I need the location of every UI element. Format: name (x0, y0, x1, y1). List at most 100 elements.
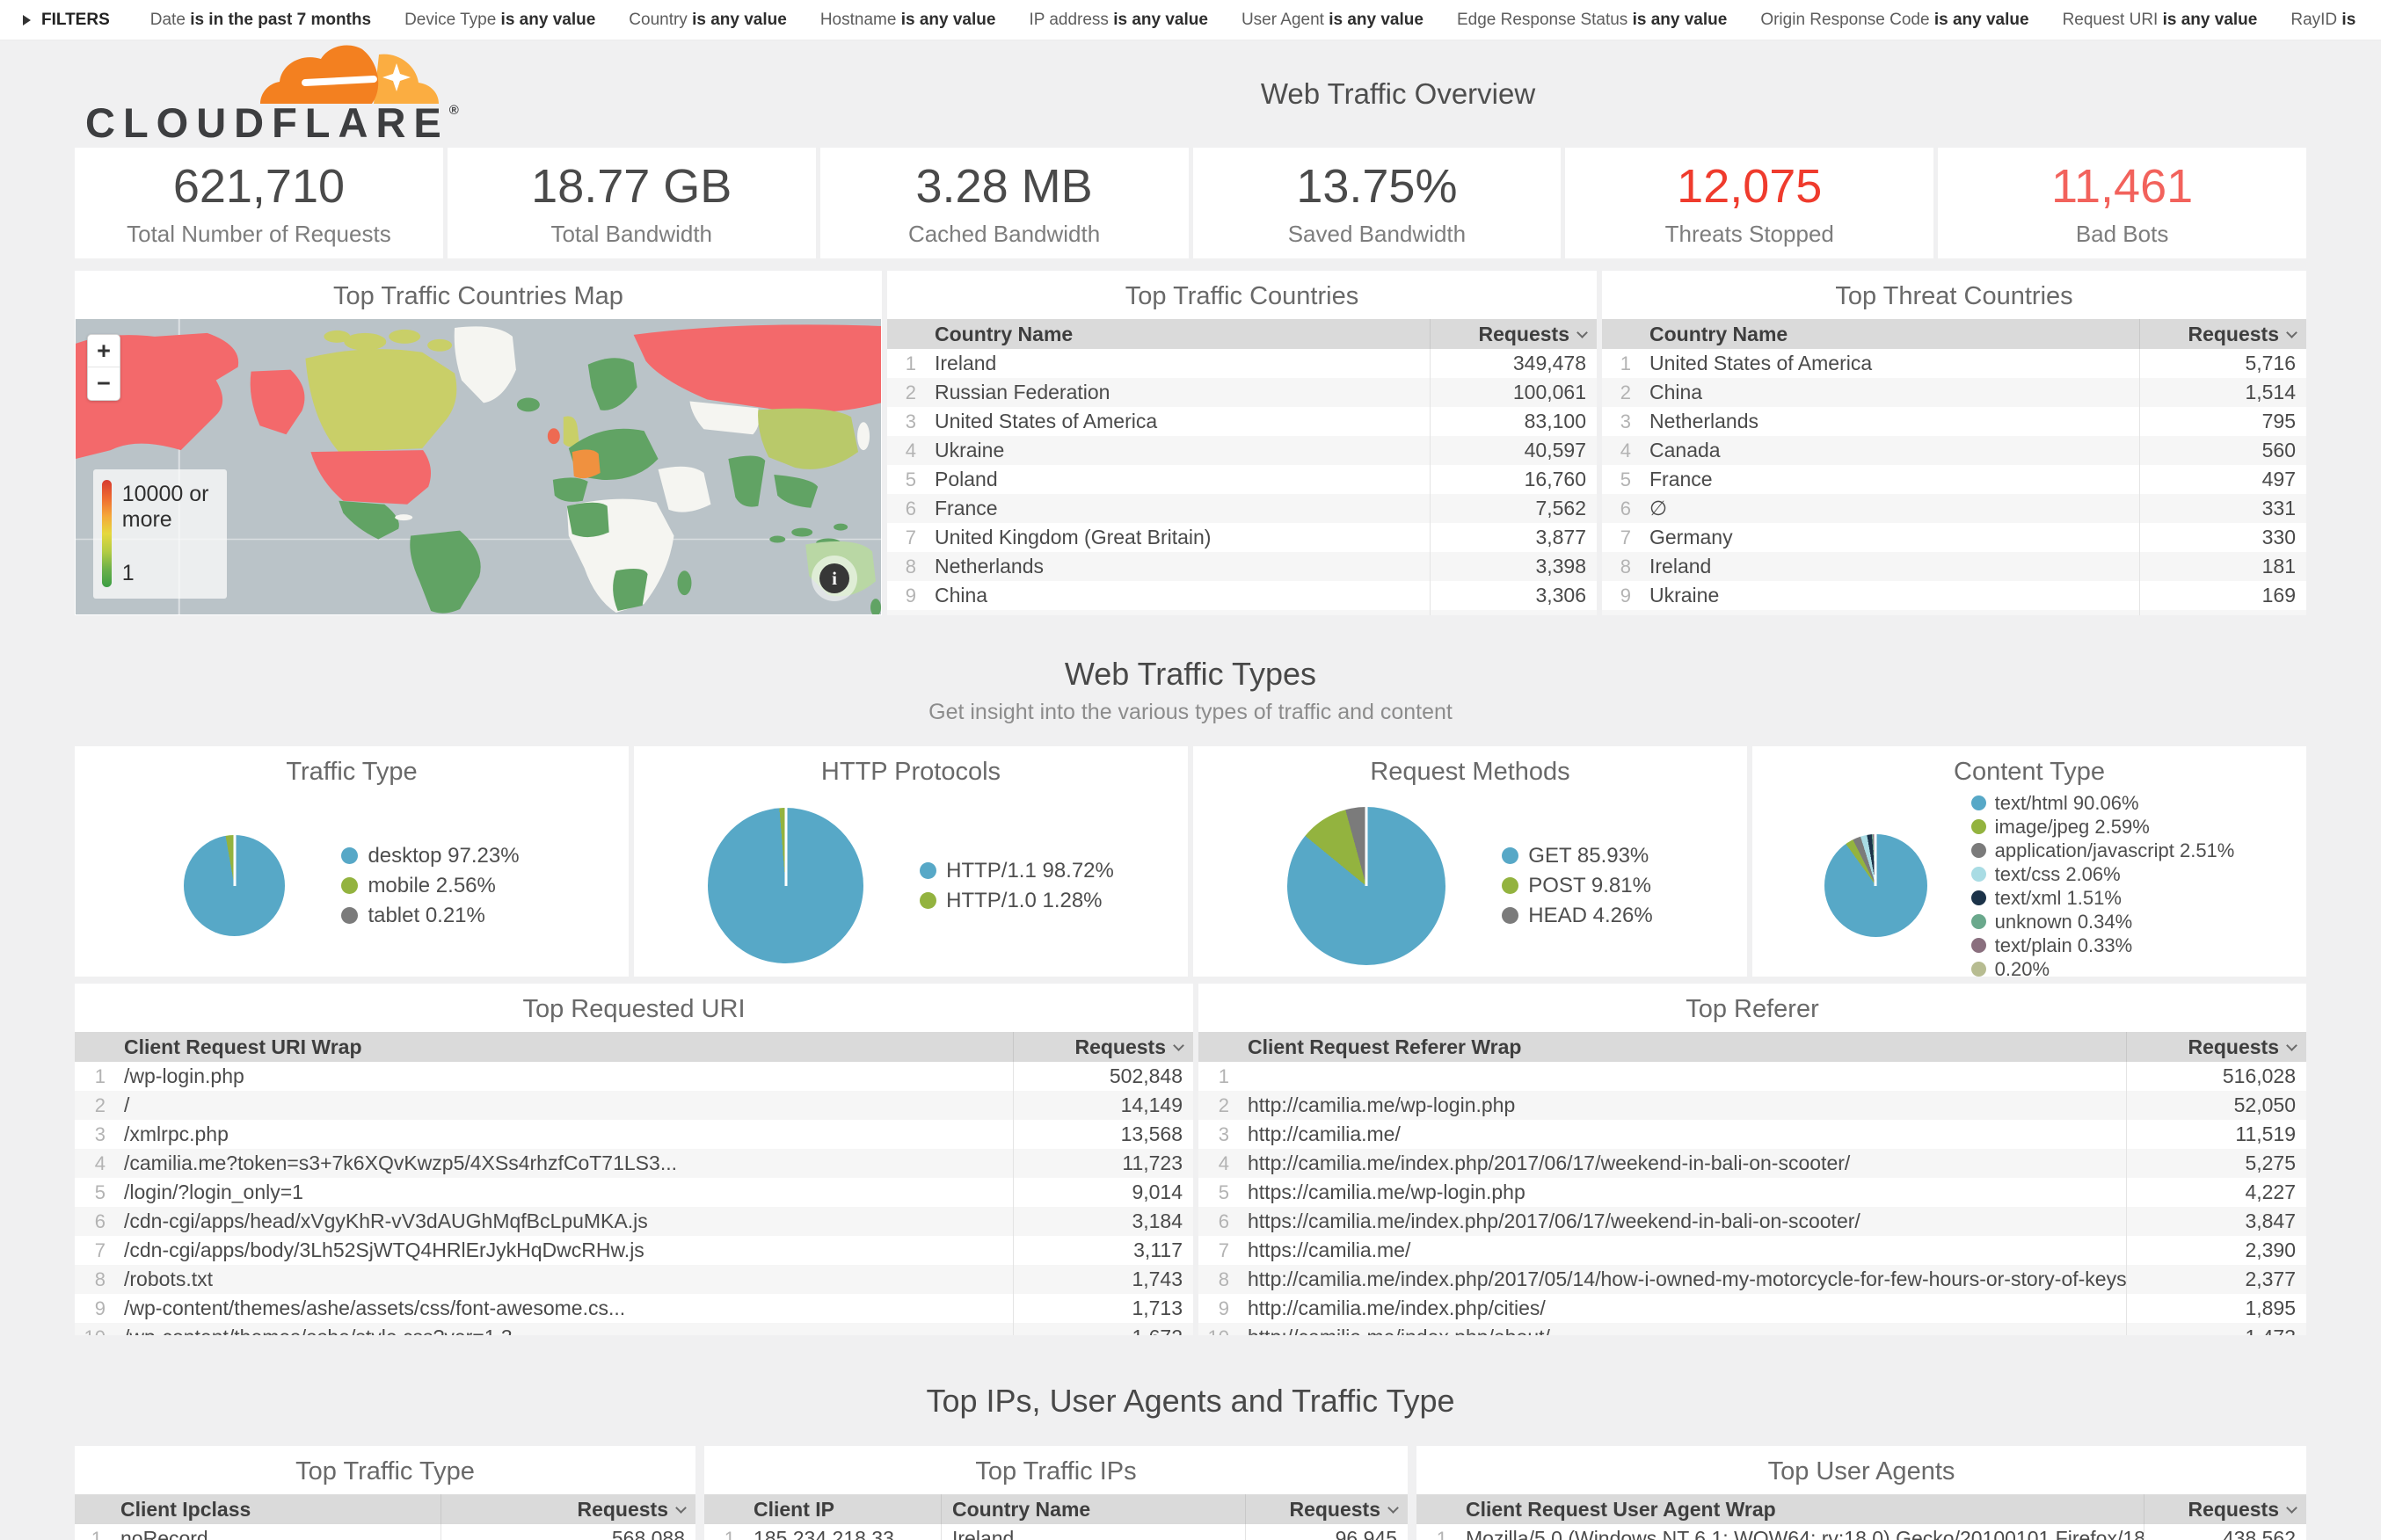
row-rank: 1 (75, 1528, 110, 1540)
filter-chip[interactable]: Date is in the past 7 months (150, 11, 371, 30)
sort-requests-header[interactable]: Requests (1245, 1494, 1408, 1524)
filter-chip[interactable]: IP address is any value (1029, 11, 1208, 30)
table-row[interactable]: 1516,028 (1198, 1062, 2306, 1091)
table-row[interactable]: 10http://camilia.me/index.php/about/1,47… (1198, 1323, 2306, 1335)
filter-chip[interactable]: Request URI is any value (2063, 11, 2258, 30)
legend-min-label: 1 (122, 561, 218, 586)
cell: 502,848 (1013, 1062, 1193, 1091)
table-row[interactable]: 1noRecord568,088 (75, 1524, 695, 1540)
table-row[interactable]: 1Mozilla/5.0 (Windows NT 6.1; WOW64; rv:… (1416, 1524, 2306, 1540)
filter-chip[interactable]: RayID is any value (2290, 11, 2358, 30)
top-referer-table: Client Request Referer WrapRequests 1516… (1198, 1032, 2306, 1335)
row-rank: 7 (75, 1239, 113, 1262)
cell: 169 (2139, 581, 2306, 610)
content-type-pie-panel: Content Type text/html 90.06%image/jpeg … (1752, 746, 2306, 977)
table-row[interactable]: 8http://camilia.me/index.php/2017/05/14/… (1198, 1265, 2306, 1294)
content-type-pie-chart[interactable] (1824, 834, 1927, 937)
row-rank: 4 (1602, 439, 1639, 462)
table-row[interactable]: 3/xmlrpc.php13,568 (75, 1120, 1193, 1149)
filter-chip[interactable]: Edge Response Status is any value (1457, 11, 1727, 30)
table-row[interactable]: 9/wp-content/themes/ashe/assets/css/font… (75, 1294, 1193, 1323)
table-row[interactable]: 6https://camilia.me/index.php/2017/06/17… (1198, 1207, 2306, 1236)
sort-requests-header[interactable]: Requests (2144, 1494, 2306, 1524)
table-row[interactable]: 2China1,514 (1602, 378, 2306, 407)
filter-chip[interactable]: User Agent is any value (1241, 11, 1424, 30)
stat-value: 3.28 MB (916, 159, 1093, 214)
table-row[interactable]: 2/14,149 (75, 1091, 1193, 1120)
top-traffic-countries-table: Country NameRequests 1Ireland349,4782Rus… (887, 319, 1597, 615)
legend-dot-icon (1971, 914, 1986, 929)
table-row[interactable]: 7/cdn-cgi/apps/body/3Lh52SjWTQ4HRlErJykH… (75, 1236, 1193, 1265)
table-row[interactable]: 3Netherlands795 (1602, 407, 2306, 436)
cell: Ukraine (1639, 581, 2139, 610)
chevron-down-icon (675, 1502, 687, 1514)
sort-requests-header[interactable]: Requests (2139, 319, 2306, 349)
table-row[interactable]: 7https://camilia.me/2,390 (1198, 1236, 2306, 1265)
table-row[interactable]: 9http://camilia.me/index.php/cities/1,89… (1198, 1294, 2306, 1323)
filter-chip[interactable]: Device Type is any value (404, 11, 595, 30)
zoom-out-button[interactable]: − (88, 367, 120, 400)
table-row[interactable]: 6France7,562 (887, 494, 1597, 523)
table-row[interactable]: 6/cdn-cgi/apps/head/xVgyKhR-vV3dAUGhMqfB… (75, 1207, 1193, 1236)
legend-label: HTTP/1.1 98.72% (946, 856, 1114, 886)
cell: United States of America (924, 407, 1430, 436)
cell: http://camilia.me/index.php/cities/ (1237, 1294, 2126, 1323)
table-row[interactable]: 8/robots.txt1,743 (75, 1265, 1193, 1294)
table-row[interactable]: 1185.234.218.33Ireland96,945 (704, 1524, 1408, 1540)
zoom-in-button[interactable]: + (88, 335, 120, 367)
cell: China (924, 581, 1430, 610)
table-row[interactable]: 1Ireland349,478 (887, 349, 1597, 378)
sort-requests-header[interactable]: Requests (1013, 1032, 1193, 1062)
stat-label: Saved Bandwidth (1288, 221, 1466, 248)
table-row[interactable]: 8Netherlands3,398 (887, 552, 1597, 581)
panel-title: Top Traffic Countries Map (75, 271, 882, 319)
request-methods-pie-chart[interactable] (1287, 807, 1445, 965)
sort-requests-header[interactable]: Requests (2126, 1032, 2306, 1062)
table-row[interactable]: 9Ukraine169 (1602, 581, 2306, 610)
table-row[interactable]: 7Germany330 (1602, 523, 2306, 552)
table-row[interactable]: 2http://camilia.me/wp-login.php52,050 (1198, 1091, 2306, 1120)
table-row[interactable]: 10Singapore159 (1602, 610, 2306, 615)
table-row[interactable]: 7United Kingdom (Great Britain)3,877 (887, 523, 1597, 552)
row-rank: 1 (75, 1065, 113, 1088)
table-row[interactable]: 9China3,306 (887, 581, 1597, 610)
table-row[interactable]: 4Canada560 (1602, 436, 2306, 465)
traffic-type-pie-chart[interactable] (184, 835, 285, 936)
cell: http://camilia.me/wp-login.php (1237, 1091, 2126, 1120)
cell: 560 (2139, 436, 2306, 465)
http-protocols-pie-chart[interactable] (708, 808, 863, 963)
sort-requests-header[interactable]: Requests (1430, 319, 1597, 349)
table-row[interactable]: 8Ireland181 (1602, 552, 2306, 581)
row-rank: 9 (1198, 1297, 1237, 1320)
pie-legend: HTTP/1.1 98.72%HTTP/1.0 1.28% (920, 856, 1114, 916)
table-row[interactable]: 4http://camilia.me/index.php/2017/06/17/… (1198, 1149, 2306, 1178)
table-row[interactable]: 3http://camilia.me/11,519 (1198, 1120, 2306, 1149)
row-rank: 7 (1602, 527, 1639, 549)
legend-dot-icon (1971, 867, 1986, 882)
top-traffic-type-panel: Top Traffic Type Client IpclassRequests … (75, 1446, 695, 1540)
table-row[interactable]: 10Canada2,245 (887, 610, 1597, 615)
table-row[interactable]: 4/camilia.me?token=s3+7k6XQvKwzp5/4XSs4r… (75, 1149, 1193, 1178)
filter-chip[interactable]: Origin Response Code is any value (1760, 11, 2028, 30)
filter-chip[interactable]: Country is any value (629, 11, 787, 30)
table-row[interactable]: 1United States of America5,716 (1602, 349, 2306, 378)
info-icon[interactable]: i (819, 563, 849, 593)
table-row[interactable]: 1/wp-login.php502,848 (75, 1062, 1193, 1091)
table-row[interactable]: 5https://camilia.me/wp-login.php4,227 (1198, 1178, 2306, 1207)
filters-toggle[interactable]: FILTERS (23, 11, 110, 30)
cell: http://camilia.me/index.php/about/ (1237, 1323, 2126, 1335)
sort-requests-header[interactable]: Requests (441, 1494, 695, 1524)
table-row[interactable]: 3United States of America83,100 (887, 407, 1597, 436)
table-row[interactable]: 5Poland16,760 (887, 465, 1597, 494)
legend-dot-icon (1971, 819, 1986, 834)
table-header: Country NameRequests (887, 319, 1597, 349)
table-row[interactable]: 6∅331 (1602, 494, 2306, 523)
table-row[interactable]: 4Ukraine40,597 (887, 436, 1597, 465)
world-map[interactable]: + − 10000 or more 1 i (76, 319, 881, 614)
filter-chip[interactable]: Hostname is any value (820, 11, 996, 30)
table-row[interactable]: 5France497 (1602, 465, 2306, 494)
table-row[interactable]: 10/wp-content/themes/ashe/style.css?ver=… (75, 1323, 1193, 1335)
table-row[interactable]: 2Russian Federation100,061 (887, 378, 1597, 407)
table-row[interactable]: 5/login/?login_only=19,014 (75, 1178, 1193, 1207)
column-header: Client IP (743, 1494, 941, 1524)
